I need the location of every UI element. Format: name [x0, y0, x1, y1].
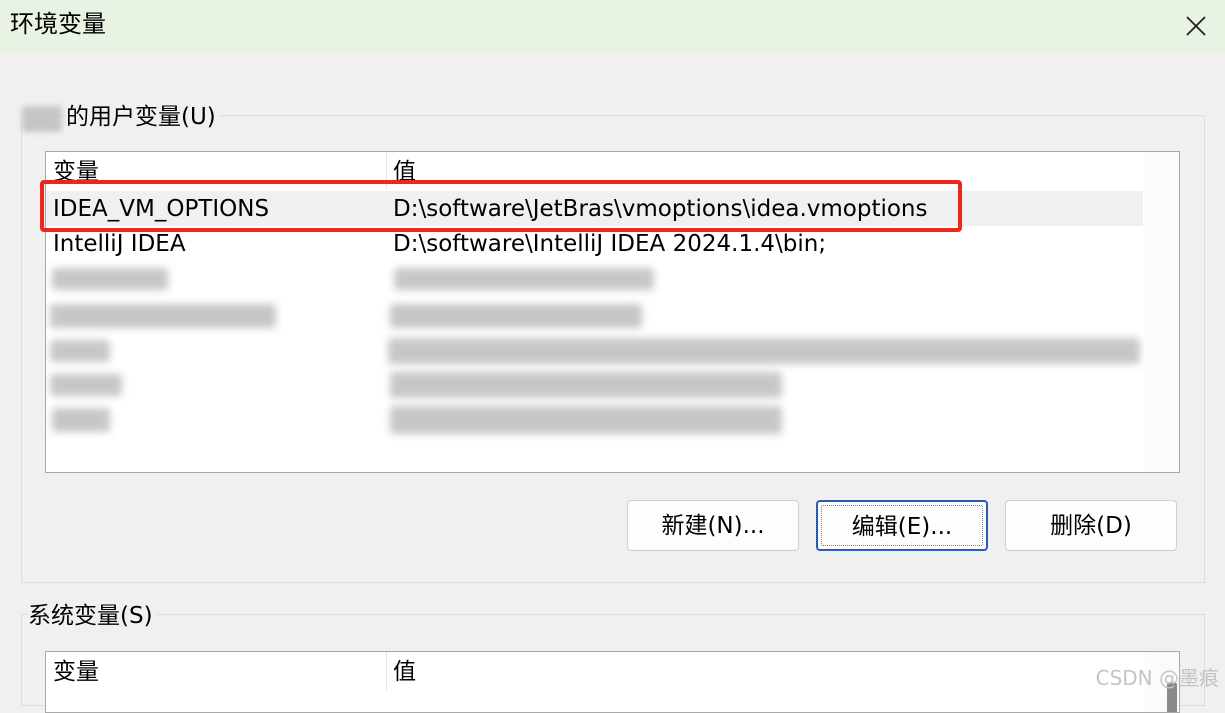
redacted-row-name [50, 340, 110, 362]
redacted-row-name [50, 304, 276, 328]
close-icon [1186, 16, 1206, 36]
close-button[interactable] [1167, 0, 1225, 52]
window-title: 环境变量 [10, 10, 106, 38]
redacted-row-value [390, 372, 782, 398]
column-header-value[interactable]: 值 [386, 652, 1143, 690]
redacted-row-value [390, 406, 782, 434]
column-header-name[interactable]: 变量 [46, 652, 386, 690]
delete-button-label: 删除(D) [1050, 513, 1132, 539]
new-button-label: 新建(N)... [661, 513, 765, 539]
redacted-row-name [52, 268, 168, 290]
user-variables-label: 的用户变量(U) [66, 102, 220, 132]
red-highlight-box [40, 180, 962, 232]
delete-button[interactable]: 删除(D) [1005, 500, 1177, 551]
vertical-scrollbar[interactable] [1145, 152, 1179, 472]
focus-ring [821, 505, 983, 546]
system-variables-list[interactable]: 变量 值 [45, 651, 1180, 713]
new-button[interactable]: 新建(N)... [627, 500, 799, 551]
system-variables-label: 系统变量(S) [28, 601, 157, 631]
edit-button[interactable]: 编辑(E)... [816, 500, 988, 551]
redacted-row-name [52, 408, 110, 432]
title-bar: 环境变量 [0, 0, 1225, 52]
redacted-row-value [394, 268, 654, 290]
redacted-username [22, 106, 62, 132]
watermark: CSDN @墨痕 [1095, 666, 1219, 690]
redacted-row-value [388, 338, 1140, 364]
redacted-row-value [390, 304, 642, 328]
redacted-row-name [50, 374, 122, 396]
